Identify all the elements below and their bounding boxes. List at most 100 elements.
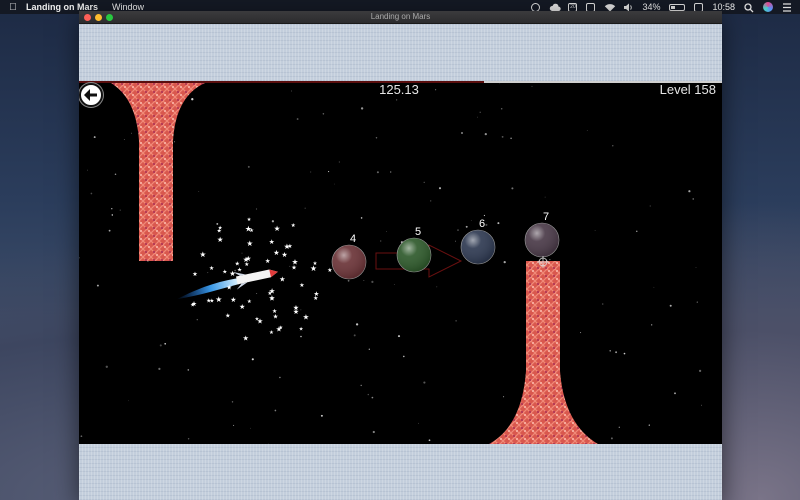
- bubble-target: [460, 229, 496, 265]
- star: [423, 181, 425, 183]
- star: [334, 183, 335, 185]
- star: [601, 303, 604, 305]
- star: [386, 231, 387, 232]
- star: [360, 107, 364, 110]
- spark-star: ★: [237, 267, 242, 274]
- star: [455, 320, 457, 322]
- star: [695, 267, 697, 269]
- spark-star: ★: [206, 298, 211, 305]
- star: [251, 358, 254, 361]
- spark-star: ★: [269, 238, 275, 246]
- title-bar[interactable]: Landing on Mars: [79, 11, 722, 24]
- star: [457, 229, 459, 231]
- spark-star: ★: [190, 303, 195, 309]
- star: [375, 137, 378, 139]
- game-canvas[interactable]: ★ ★ ★ ★ ★ ★ ★ ★ ★ ★ ★ ★ ★ ★ ★ ★ ★ ★ ★ ★ ★ ★ ★ ★ ★ ★ ★ ★ ★ ★ ★ ★ ★ ★ ★ ★ ★ ★ ★ ★…: [79, 81, 722, 444]
- star: [310, 171, 312, 173]
- star: [580, 332, 582, 334]
- spark-star: ★: [293, 304, 299, 312]
- star: [191, 98, 194, 101]
- star: [247, 165, 250, 168]
- star: [360, 217, 363, 219]
- spark-star: ★: [247, 299, 252, 305]
- star: [500, 108, 503, 110]
- spark-star: ★: [217, 228, 222, 235]
- star: [376, 171, 379, 174]
- star: [93, 136, 96, 139]
- spark-star: ★: [243, 335, 249, 343]
- spark-star: ★: [225, 313, 230, 320]
- star: [612, 145, 614, 147]
- star: [692, 198, 694, 200]
- star: [501, 135, 504, 138]
- star: [510, 137, 512, 140]
- star: [430, 200, 432, 202]
- star: [367, 393, 369, 396]
- back-button[interactable]: [79, 83, 103, 107]
- star: [304, 207, 306, 209]
- star: [80, 435, 83, 438]
- spark-star: ★: [291, 223, 296, 229]
- star: [610, 437, 613, 440]
- spark-star: ★: [209, 265, 214, 272]
- star: [371, 396, 374, 399]
- star: [586, 130, 588, 132]
- star: [216, 222, 219, 225]
- star: [485, 223, 488, 226]
- star: [531, 85, 533, 87]
- star: [499, 83, 501, 85]
- star: [279, 376, 281, 379]
- star: [372, 430, 375, 434]
- star: [636, 230, 638, 232]
- spark-star: ★: [299, 327, 304, 333]
- battery-icon[interactable]: [669, 3, 686, 11]
- bubble-target: [331, 244, 367, 280]
- notification-center-icon[interactable]: [782, 2, 792, 12]
- spark-star: ★: [215, 295, 222, 304]
- star: [300, 335, 302, 338]
- spark-star: ★: [239, 303, 245, 311]
- star: [479, 111, 481, 113]
- star-burst: ★★★★★★★★★★★★★★★★★★★★★★★ ★★★★★★★★★★★★★★★★★…: [190, 217, 332, 343]
- star: [128, 400, 129, 402]
- spark-star: ★: [303, 313, 310, 322]
- bubble-number: 7: [543, 211, 550, 223]
- siri-icon[interactable]: [763, 2, 773, 12]
- star: [96, 284, 99, 287]
- apple-icon[interactable]: : [0, 2, 26, 13]
- star: [187, 369, 190, 371]
- spark-star: ★: [299, 282, 304, 289]
- window-title: Landing on Mars: [370, 12, 431, 21]
- star: [390, 171, 392, 173]
- star: [241, 252, 243, 254]
- star: [477, 116, 478, 118]
- star: [255, 208, 258, 210]
- star: [435, 89, 437, 91]
- bubble-target: [524, 222, 560, 258]
- star: [461, 132, 463, 134]
- star: [233, 424, 235, 426]
- star: [696, 301, 698, 303]
- star: [651, 324, 653, 326]
- star: [158, 367, 161, 371]
- bubble-number: 6: [479, 218, 486, 230]
- star: [300, 309, 302, 311]
- timer-readout: 125.13: [379, 82, 419, 97]
- spark-star: ★: [245, 254, 251, 263]
- star: [674, 392, 676, 395]
- star: [688, 190, 691, 193]
- bubble-targets: [331, 222, 560, 280]
- spark-star: ★: [265, 258, 271, 265]
- star: [328, 171, 330, 173]
- bubble-number: 4: [350, 233, 357, 245]
- star: [291, 90, 292, 92]
- star: [669, 304, 672, 307]
- spark-star: ★: [230, 296, 236, 304]
- star: [455, 240, 456, 242]
- bottom-column-obstacle: [489, 261, 598, 444]
- top-fabric-panel: [79, 24, 722, 81]
- search-icon[interactable]: [744, 2, 754, 12]
- spark-star: ★: [314, 290, 320, 298]
- spark-star: ★: [246, 239, 253, 248]
- spark-star: ★: [281, 251, 287, 259]
